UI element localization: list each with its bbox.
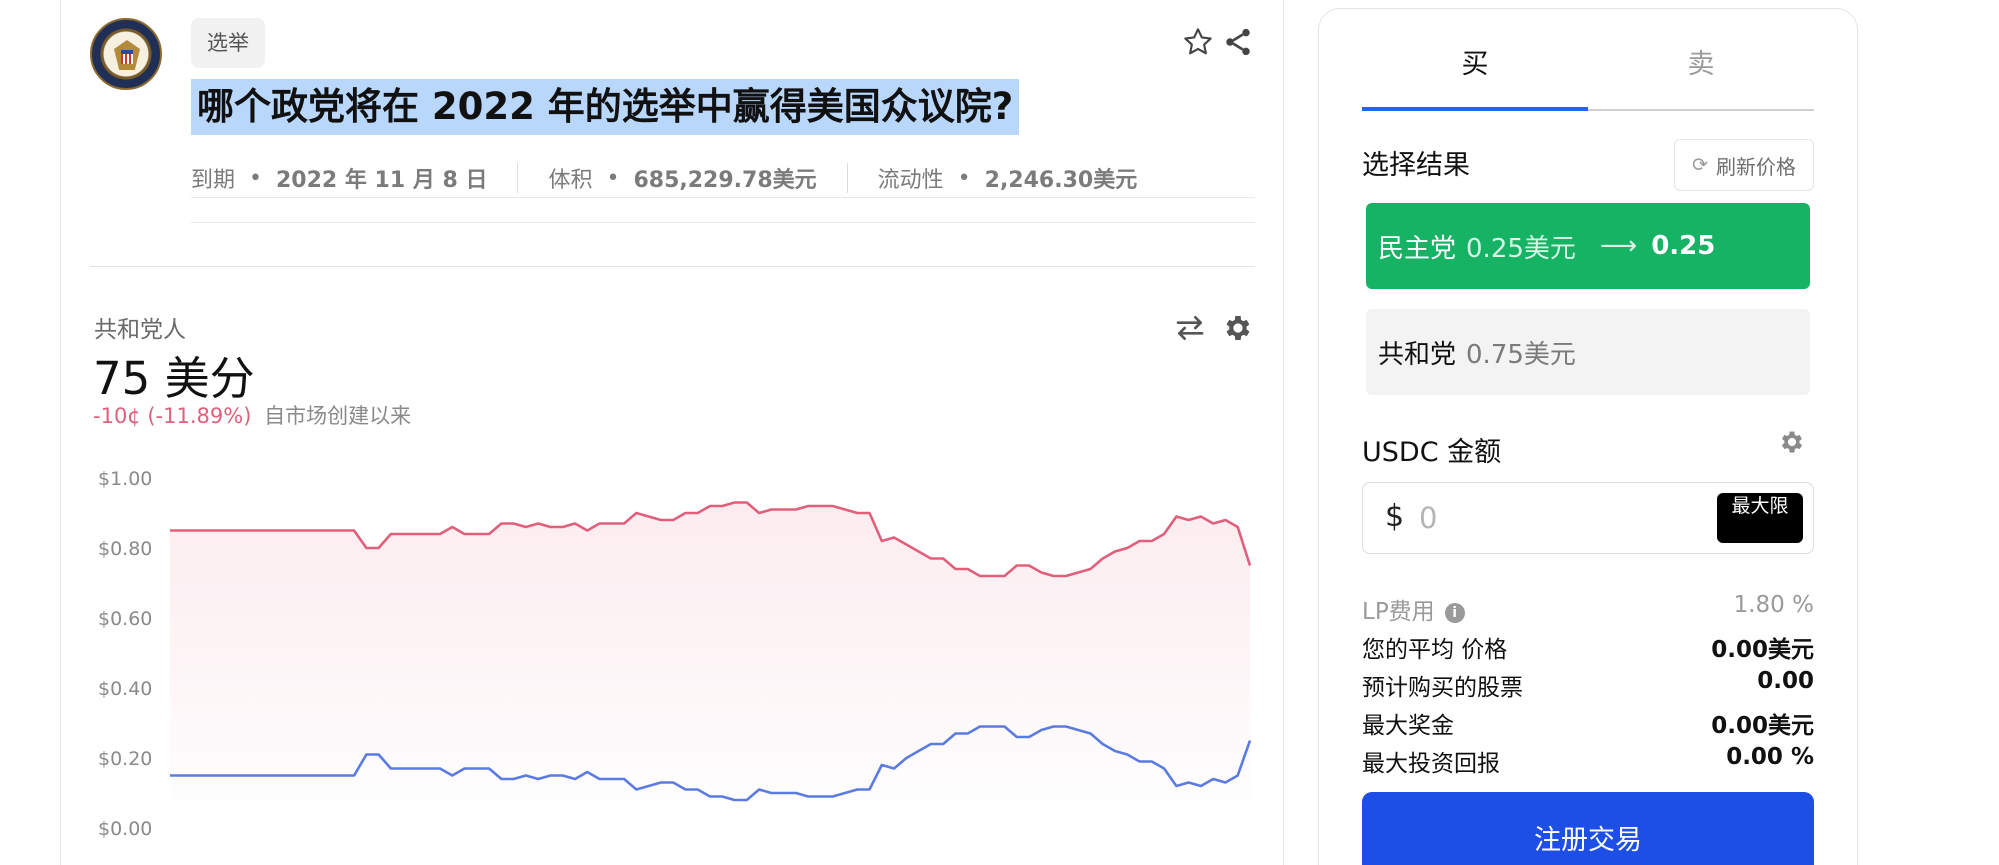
meta-rule: [191, 197, 1255, 198]
stat-shares: 预计购买的股票 0.00: [1362, 668, 1814, 702]
max-roi-value: 0.00 %: [1726, 744, 1814, 770]
price-change: -10¢ (-11.89%) 自市场创建以来: [93, 400, 411, 430]
meta-dot: •: [249, 165, 262, 191]
y-tick-label: $0.60: [98, 608, 152, 630]
change-percent: (-11.89%): [147, 404, 252, 428]
stat-max-payout: 最大奖金 0.00美元: [1362, 706, 1814, 740]
stat-lp-fee: LP费用 i 1.80 %: [1362, 592, 1814, 626]
refresh-label: 刷新价格: [1715, 154, 1796, 179]
expiry-label: 到期: [191, 168, 236, 193]
share-icon[interactable]: [1218, 22, 1258, 62]
select-outcome-title: 选择结果: [1362, 150, 1470, 181]
chart-settings-gear-icon[interactable]: [1218, 308, 1258, 348]
amount-settings-gear-icon[interactable]: [1778, 428, 1806, 456]
expiry-value: 2022 年 11 月 8 日: [276, 168, 488, 193]
current-price: 75 美分: [93, 352, 255, 405]
market-meta: 到期 • 2022 年 11 月 8 日 体积 • 685,229.78美元 流…: [191, 162, 1137, 194]
avg-price-value: 0.00美元: [1711, 637, 1814, 663]
outcome-democrat-button[interactable]: 民主党 0.25美元 ⟶ 0.25: [1366, 203, 1810, 289]
tab-active-indicator: [1362, 107, 1588, 111]
outcome-republican-button[interactable]: 共和党 0.75美元: [1366, 309, 1810, 395]
meta-separator: [846, 163, 848, 193]
info-icon[interactable]: i: [1444, 603, 1465, 623]
meta-separator: [517, 163, 519, 193]
shares-value: 0.00: [1757, 668, 1814, 694]
meta-rule: [191, 222, 1255, 223]
shares-label: 预计购买的股票: [1362, 675, 1523, 701]
tab-sell[interactable]: 卖: [1588, 42, 1814, 81]
outcome-price: 0.25美元: [1466, 233, 1576, 264]
max-payout-value: 0.00美元: [1711, 713, 1814, 739]
liquidity-label: 流动性: [877, 168, 944, 193]
star-icon[interactable]: [1178, 22, 1218, 62]
stat-max-roi: 最大投资回报 0.00 %: [1362, 744, 1814, 778]
us-house-seal-logo: [90, 18, 162, 90]
outcome-price: 0.75美元: [1466, 339, 1576, 370]
outcome-name: 民主党: [1378, 233, 1457, 264]
price-history-chart: $1.00 $0.80 $0.60 $0.40 $0.20 $0.00: [98, 468, 1252, 840]
section-divider: [90, 266, 1255, 267]
y-tick-label: $1.00: [98, 468, 152, 490]
y-tick-label: $0.80: [98, 538, 152, 560]
avg-price-label: 您的平均 价格: [1362, 637, 1508, 663]
max-payout-label: 最大奖金: [1362, 713, 1454, 739]
change-absolute: -10¢: [93, 404, 141, 428]
tab-buy[interactable]: 买: [1362, 42, 1588, 81]
arrow-right-icon: ⟶: [1599, 231, 1638, 261]
series-label: 共和党人: [94, 317, 186, 343]
amount-title: USDC 金额: [1362, 437, 1502, 468]
amount-input[interactable]: [1419, 495, 1659, 541]
y-tick-label: $0.20: [98, 748, 152, 770]
max-button[interactable]: 最大限: [1717, 493, 1803, 543]
lp-fee-value: 1.80 %: [1733, 592, 1814, 618]
category-tag[interactable]: 选举: [191, 18, 265, 68]
lp-fee-label: LP费用: [1362, 599, 1435, 625]
amount-input-box: $ 最大限: [1362, 482, 1814, 554]
outcome-price-after: 0.25: [1651, 231, 1716, 261]
y-tick-label: $0.00: [98, 818, 152, 840]
meta-dot: •: [606, 165, 620, 191]
liquidity-value: 2,246.30美元: [984, 168, 1138, 193]
max-roi-label: 最大投资回报: [1362, 751, 1500, 777]
volume-value: 685,229.78美元: [633, 168, 817, 193]
shield-emblem: [121, 50, 133, 64]
market-title: 哪个政党将在 2022 年的选举中赢得美国众议院?: [191, 79, 1020, 135]
refresh-price-button[interactable]: ⟳ 刷新价格: [1674, 139, 1814, 191]
stat-avg-price: 您的平均 价格 0.00美元: [1362, 630, 1814, 664]
volume-label: 体积: [548, 168, 593, 193]
y-tick-label: $0.40: [98, 678, 152, 700]
change-since: 自市场创建以来: [264, 404, 412, 428]
meta-dot: •: [957, 165, 971, 191]
outcome-name: 共和党: [1378, 339, 1457, 370]
currency-symbol: $: [1385, 499, 1405, 534]
signup-trade-button[interactable]: 注册交易: [1362, 792, 1814, 865]
swap-arrows-icon[interactable]: [1170, 308, 1210, 348]
refresh-icon: ⟳: [1692, 154, 1708, 176]
republican-area: [170, 502, 1250, 828]
